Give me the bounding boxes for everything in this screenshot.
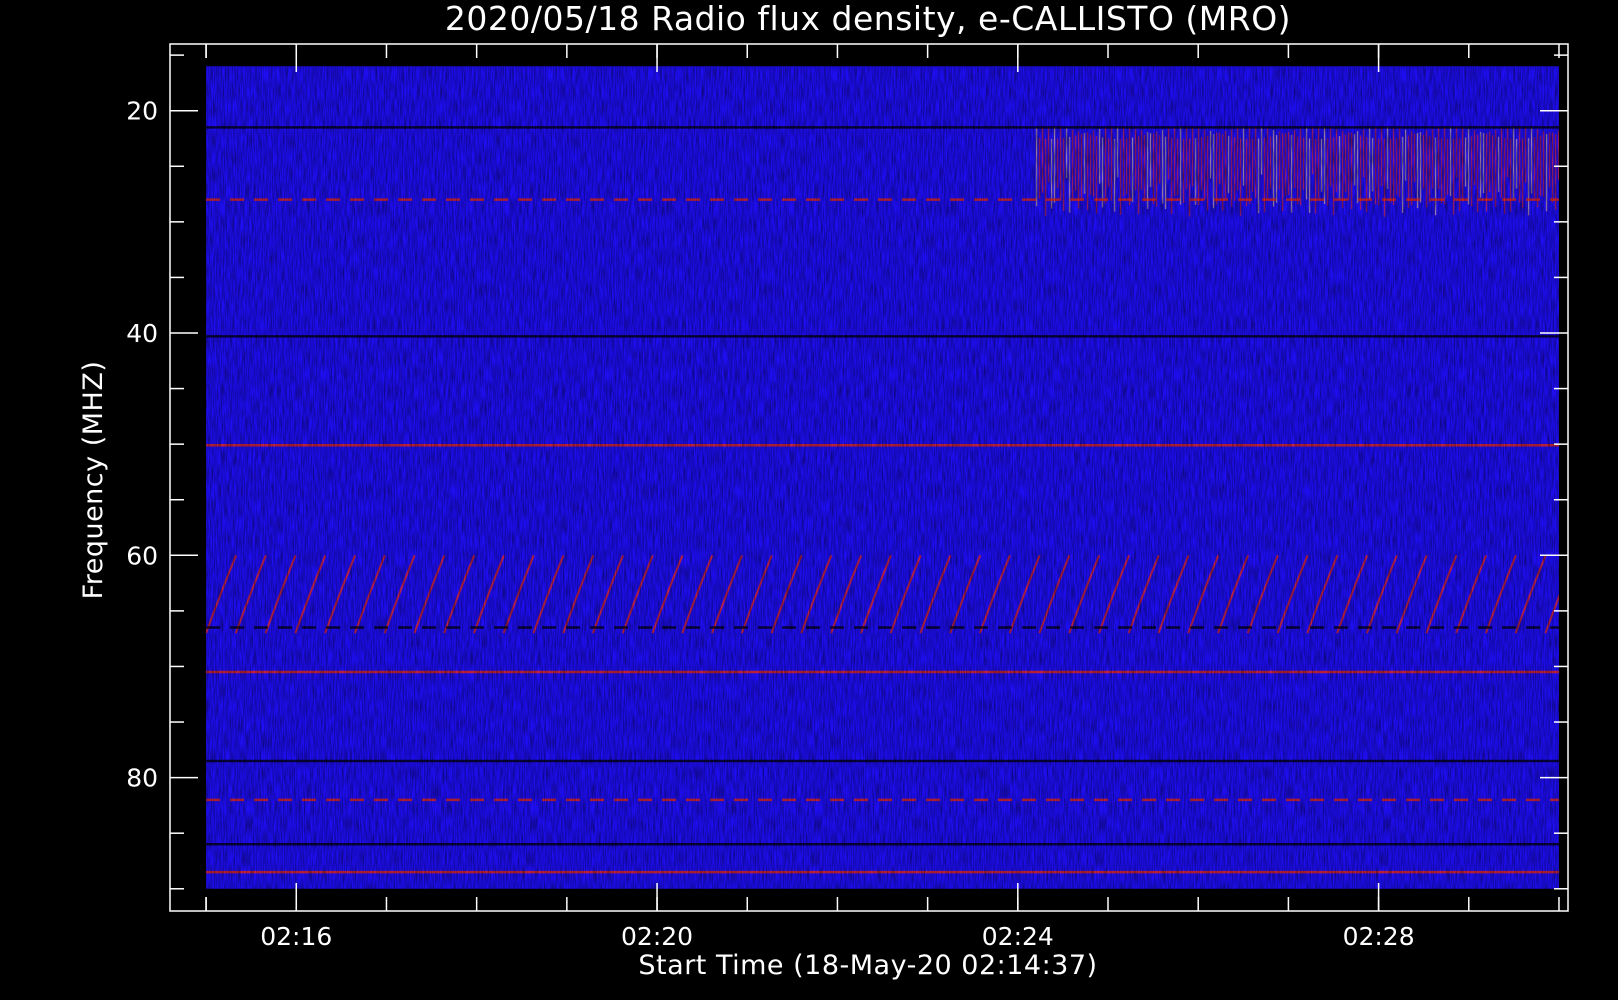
spectrogram-burst-texture xyxy=(206,66,1559,889)
y-tick-label: 80 xyxy=(126,764,158,793)
x-tick-label: 02:20 xyxy=(621,922,693,951)
spectrogram-chart: 2020/05/18 Radio flux density, e-CALLIST… xyxy=(78,0,1569,981)
x-tick-label: 02:24 xyxy=(982,922,1054,951)
y-axis-label: Frequency (MHZ) xyxy=(78,361,109,600)
y-tick-label: 60 xyxy=(126,541,158,570)
x-tick-label: 02:28 xyxy=(1343,922,1415,951)
chart-title: 2020/05/18 Radio flux density, e-CALLIST… xyxy=(445,0,1291,38)
x-axis-label: Start Time (18-May-20 02:14:37) xyxy=(638,950,1097,981)
plot-area xyxy=(206,66,1559,889)
x-tick-label: 02:16 xyxy=(260,922,332,951)
y-tick-label: 40 xyxy=(126,319,158,348)
y-tick-label: 20 xyxy=(126,97,158,126)
